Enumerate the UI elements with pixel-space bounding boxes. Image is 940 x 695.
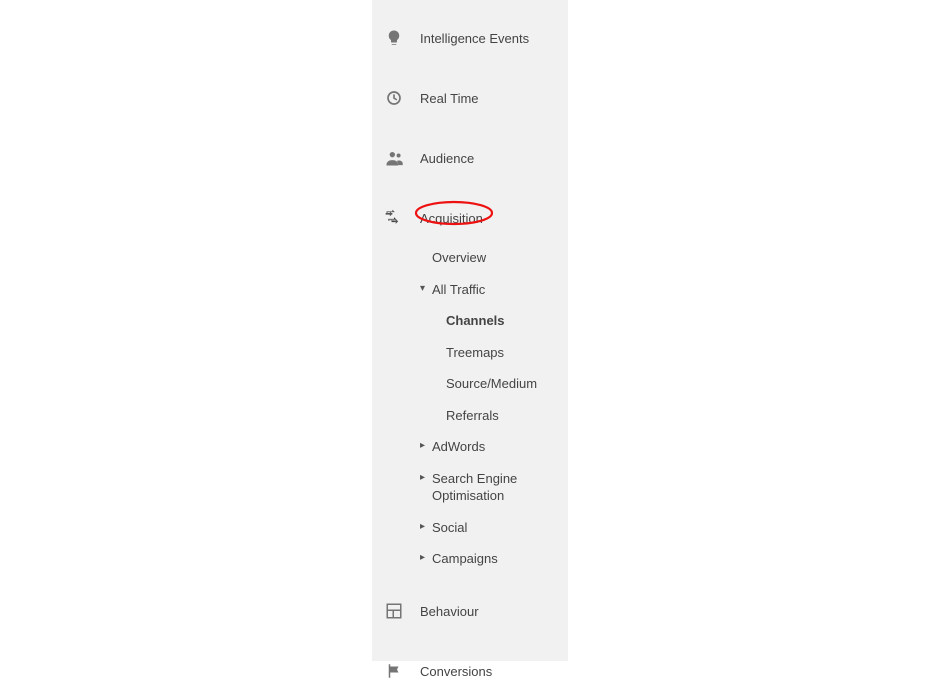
sidebar-item-label: Audience [420, 151, 474, 166]
sidebar-item-real-time[interactable]: Real Time [372, 74, 568, 122]
sidebar-item-label: Acquisition [420, 211, 483, 226]
triangle-right-icon: ▸ [420, 470, 428, 486]
triangle-right-icon: ▸ [420, 438, 428, 454]
subnav-seo[interactable]: ▸ Search Engine Optimisation [408, 463, 558, 512]
subnav-label: Campaigns [432, 550, 498, 568]
sidebar-item-acquisition[interactable]: Acquisition [372, 194, 568, 242]
subnav-referrals[interactable]: Referrals [434, 400, 558, 432]
sidebar-item-label: Conversions [420, 664, 492, 679]
subnav-label: Referrals [446, 407, 499, 425]
subnav-adwords[interactable]: ▸ AdWords [408, 431, 558, 463]
subnav-label: Search Engine Optimisation [432, 470, 554, 505]
triangle-right-icon: ▸ [420, 550, 428, 566]
subnav-label: Social [432, 519, 467, 537]
acquisition-icon [384, 208, 404, 228]
subnav-label: All Traffic [432, 281, 485, 299]
triangle-down-icon: ▾ [420, 281, 428, 297]
triangle-right-icon: ▸ [420, 519, 428, 535]
subnav-all-traffic[interactable]: ▾ All Traffic [408, 274, 558, 306]
sidebar-item-label: Behaviour [420, 604, 479, 619]
subnav-label: Channels [446, 312, 505, 330]
audience-icon [384, 148, 404, 168]
acquisition-subnav: Overview ▾ All Traffic Channels Treemaps… [372, 242, 568, 575]
subnav-campaigns[interactable]: ▸ Campaigns [408, 543, 558, 575]
subnav-treemaps[interactable]: Treemaps [434, 337, 558, 369]
subnav-label: Source/Medium [446, 375, 537, 393]
sidebar: Intelligence Events Real Time Audience [372, 0, 568, 661]
sidebar-item-label: Real Time [420, 91, 479, 106]
subnav-label: Treemaps [446, 344, 504, 362]
clock-icon [384, 88, 404, 108]
sidebar-item-label: Intelligence Events [420, 31, 529, 46]
all-traffic-children: Channels Treemaps Source/Medium Referral… [408, 305, 558, 431]
subnav-source-medium[interactable]: Source/Medium [434, 368, 558, 400]
subnav-social[interactable]: ▸ Social [408, 512, 558, 544]
subnav-channels[interactable]: Channels [434, 305, 558, 337]
lightbulb-icon [384, 28, 404, 48]
sidebar-item-intelligence-events[interactable]: Intelligence Events [372, 14, 568, 62]
sidebar-item-behaviour[interactable]: Behaviour [372, 587, 568, 635]
flag-icon [384, 661, 404, 681]
behaviour-icon [384, 601, 404, 621]
sidebar-item-audience[interactable]: Audience [372, 134, 568, 182]
sidebar-item-conversions[interactable]: Conversions [372, 647, 568, 695]
subnav-label: AdWords [432, 438, 485, 456]
subnav-overview[interactable]: Overview [408, 242, 558, 274]
subnav-label: Overview [432, 249, 486, 267]
